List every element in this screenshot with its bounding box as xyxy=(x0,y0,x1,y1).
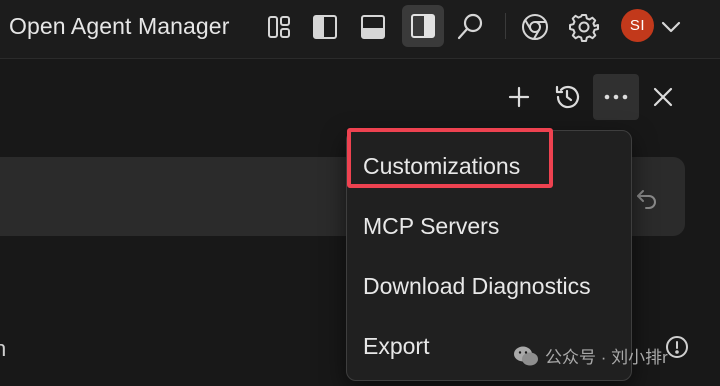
toggle-bottom-panel-icon[interactable] xyxy=(355,9,391,45)
toolbar-separator xyxy=(505,13,506,39)
highlight-annotation xyxy=(347,128,553,188)
truncated-text: n xyxy=(0,336,7,361)
undo-icon[interactable] xyxy=(635,186,659,210)
app-window: Open Agent Manager SI n Customizations M… xyxy=(0,0,720,386)
plus-icon[interactable] xyxy=(500,77,538,117)
title-bar: Open Agent Manager SI xyxy=(0,0,720,59)
toggle-right-sidebar-icon[interactable] xyxy=(402,5,444,47)
more-icon[interactable] xyxy=(593,74,639,120)
close-icon[interactable] xyxy=(644,77,682,117)
menu-item-download-diagnostics[interactable]: Download Diagnostics xyxy=(363,271,591,301)
app-title: Open Agent Manager xyxy=(9,13,230,39)
watermark-text: 公众号 · 刘小排r xyxy=(545,348,668,367)
wechat-icon xyxy=(514,346,538,365)
toggle-left-sidebar-icon[interactable] xyxy=(307,9,343,45)
search-icon[interactable] xyxy=(452,9,488,45)
layout-grid-icon[interactable] xyxy=(261,9,297,45)
history-icon[interactable] xyxy=(548,77,586,117)
menu-item-export[interactable]: Export xyxy=(363,331,429,361)
user-avatar[interactable]: SI xyxy=(621,9,654,42)
gear-icon[interactable] xyxy=(566,9,602,45)
chrome-browser-icon[interactable] xyxy=(517,9,553,45)
chevron-down-icon[interactable] xyxy=(656,9,686,45)
menu-item-mcp-servers[interactable]: MCP Servers xyxy=(363,211,499,241)
watermark: 公众号 · 刘小排r xyxy=(513,343,668,368)
